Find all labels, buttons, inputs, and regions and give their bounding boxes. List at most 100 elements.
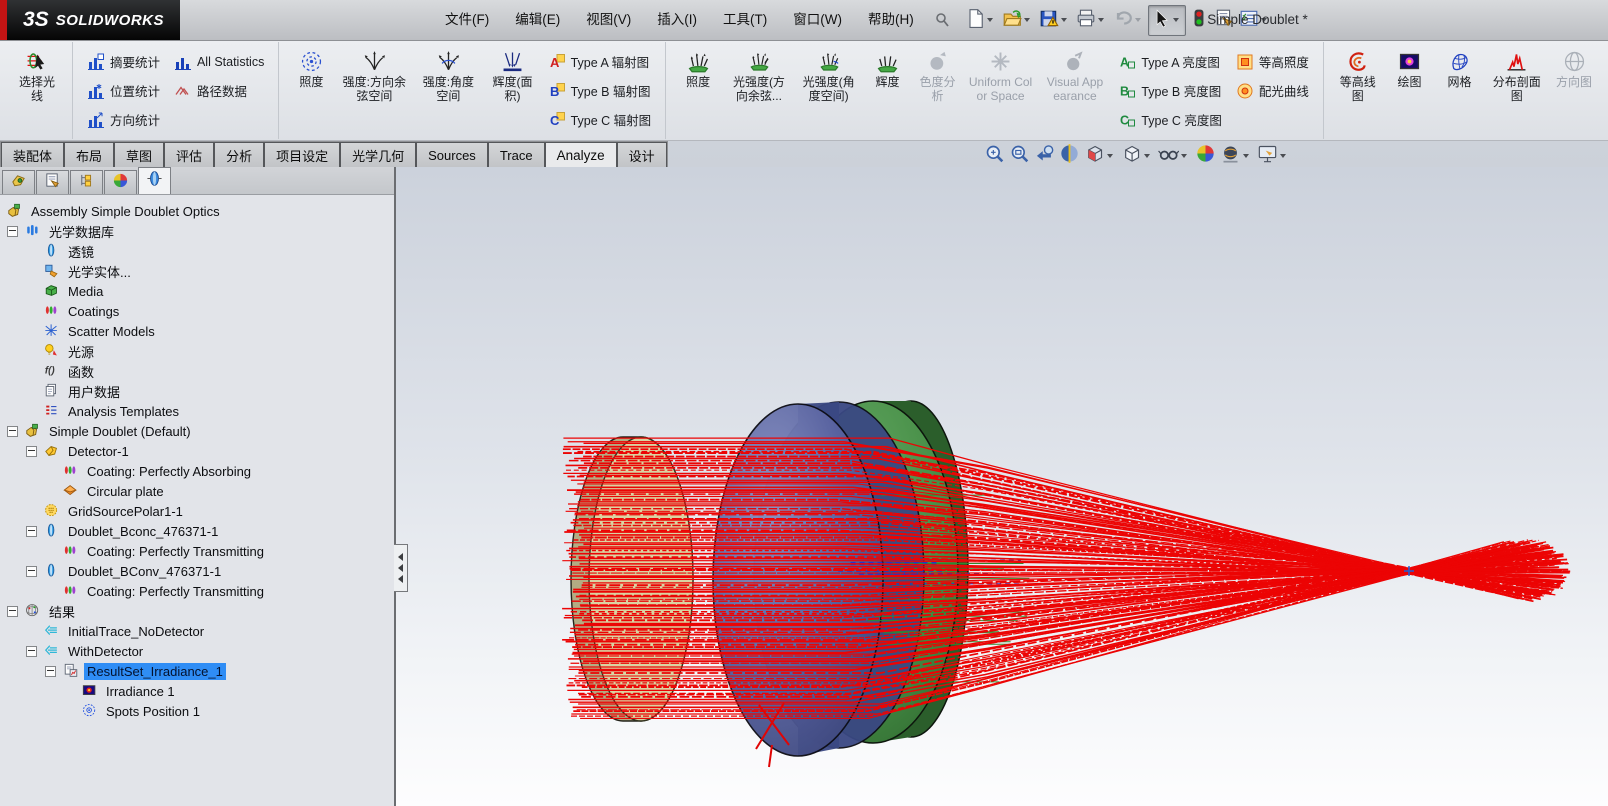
tree-item-assembly-simple-doublet-optics[interactable]: Assembly Simple Doublet Optics — [0, 201, 394, 221]
featuremanager-tree-tab[interactable] — [2, 170, 35, 194]
tree-item-resultset-irradiance-1[interactable]: ResultSet_Irradiance_1 — [0, 661, 394, 681]
edit-appearance-button[interactable] — [1194, 142, 1217, 170]
tab-evaluate[interactable]: 评估 — [164, 142, 214, 167]
expander-minus-icon[interactable] — [7, 426, 18, 437]
propertymanager-tab[interactable] — [36, 170, 69, 194]
view-settings-button[interactable] — [1256, 142, 1291, 170]
tree-item-detector-1[interactable]: Detector-1 — [0, 441, 394, 461]
tree-item-analysis-templates[interactable]: Analysis Templates — [0, 401, 394, 421]
tree-expander[interactable] — [26, 446, 44, 457]
ribbon-button-int-ang[interactable]: 强度:角度空间 — [413, 45, 483, 106]
section-view-button[interactable] — [1058, 142, 1081, 170]
displaymanager-tab[interactable] — [104, 170, 137, 194]
tree-item-coating-perfectly-absorbing[interactable]: Coating: Perfectly Absorbing — [0, 461, 394, 481]
tree-expander[interactable] — [7, 426, 25, 437]
expander-minus-icon[interactable] — [26, 526, 37, 537]
tree-item-光源[interactable]: 光源 — [0, 341, 394, 361]
tab-sketch[interactable]: 草图 — [114, 142, 164, 167]
ribbon-button-irr-target[interactable]: 照度 — [287, 45, 335, 92]
expander-minus-icon[interactable] — [7, 226, 18, 237]
apply-scene-dropdown-arrow[interactable] — [1243, 154, 1249, 158]
ribbon-button-polar-curve[interactable]: 配光曲线 — [1230, 76, 1315, 105]
tree-item-用户数据[interactable]: 用户数据 — [0, 381, 394, 401]
menu-item-view[interactable]: 视图(V) — [573, 0, 644, 40]
ribbon-button-int-ang-grass[interactable]: 光强度(角度空间) — [796, 45, 862, 106]
hide-show-items-button[interactable] — [1157, 142, 1192, 170]
tree-item-透镜[interactable]: 透镜 — [0, 241, 394, 261]
view-orientation-dropdown-arrow[interactable] — [1107, 154, 1113, 158]
tab-analysis[interactable]: 分析 — [214, 142, 264, 167]
tree-expander[interactable] — [7, 226, 25, 237]
apply-scene-button[interactable] — [1219, 142, 1254, 170]
undo-dropdown-arrow[interactable] — [1135, 18, 1141, 22]
new-document-button[interactable] — [963, 6, 999, 35]
tab-project-settings[interactable]: 项目设定 — [264, 142, 340, 167]
tree-item-函数[interactable]: f()函数 — [0, 361, 394, 381]
new-document-dropdown-arrow[interactable] — [987, 18, 993, 22]
ribbon-button-type-b-green[interactable]: BType B 亮度图 — [1112, 76, 1228, 105]
save-button[interactable] — [1037, 6, 1073, 35]
ribbon-button-illum-grass[interactable]: 照度 — [674, 45, 722, 92]
tree-item-coatings[interactable]: Coatings — [0, 301, 394, 321]
tree-expander[interactable] — [26, 526, 44, 537]
ribbon-button-int-cos[interactable]: 强度:方向余弦空间 — [337, 45, 411, 106]
tree-item-光学数据库[interactable]: 光学数据库 — [0, 221, 394, 241]
ribbon-button-path-data[interactable]: 路径数据 — [168, 76, 270, 105]
hide-show-items-dropdown-arrow[interactable] — [1181, 154, 1187, 158]
menu-item-insert[interactable]: 插入(I) — [644, 0, 710, 40]
tree-item-circular-plate[interactable]: Circular plate — [0, 481, 394, 501]
expander-minus-icon[interactable] — [26, 646, 37, 657]
menu-item-tools[interactable]: 工具(T) — [710, 0, 780, 40]
tab-design[interactable]: 设计 — [617, 142, 667, 167]
ribbon-button-contour-map[interactable]: 等高线图 — [1332, 45, 1384, 106]
tab-analyze[interactable]: Analyze — [545, 142, 617, 167]
menu-item-file[interactable]: 文件(F) — [432, 0, 502, 40]
tree-item-irradiance-1[interactable]: Irradiance 1 — [0, 681, 394, 701]
tree-item-doublet-bconv-476371-1[interactable]: Doublet_BConv_476371-1 — [0, 561, 394, 581]
tree-item-光学实体[interactable]: 光学实体... — [0, 261, 394, 281]
expander-minus-icon[interactable] — [45, 666, 56, 677]
tab-assembly[interactable]: 装配体 — [1, 142, 64, 167]
undo-button[interactable] — [1111, 6, 1147, 35]
ribbon-button-stats-all[interactable]: All Statistics — [168, 47, 270, 76]
ribbon-button-mesh-map[interactable]: 网格 — [1436, 45, 1484, 92]
tree-item-结果[interactable]: 结果 — [0, 601, 394, 621]
tree-item-coating-perfectly-transmitting[interactable]: Coating: Perfectly Transmitting — [0, 541, 394, 561]
tree-expander[interactable] — [26, 646, 44, 657]
menu-item-edit[interactable]: 编辑(E) — [502, 0, 573, 40]
ribbon-button-int-cos-grass[interactable]: 光强度(方向余弦... — [724, 45, 794, 106]
ribbon-button-stats-direction[interactable]: 方向统计 — [81, 105, 166, 134]
ribbon-button-lum-grass[interactable]: 辉度 — [864, 45, 912, 92]
ribbon-button-lum-area[interactable]: 辉度(面积) — [485, 45, 539, 106]
tab-optical-geometry[interactable]: 光学几何 — [340, 142, 416, 167]
ribbon-button-type-b-blue[interactable]: BType B 辐射图 — [542, 76, 658, 105]
ribbon-button-contour-illum[interactable]: 等高照度 — [1230, 47, 1315, 76]
expander-minus-icon[interactable] — [26, 566, 37, 577]
tree-item-initialtrace-nodetector[interactable]: InitialTrace_NoDetector — [0, 621, 394, 641]
expander-minus-icon[interactable] — [26, 446, 37, 457]
tree-item-media[interactable]: Media — [0, 281, 394, 301]
tree-item-spots-position-1[interactable]: Spots Position 1 — [0, 701, 394, 721]
previous-view-button[interactable] — [1033, 142, 1056, 170]
ribbon-button-dist-profile[interactable]: 分布剖面图 — [1486, 45, 1549, 106]
zoom-to-fit-button[interactable] — [983, 142, 1006, 170]
panel-collapse-handle[interactable] — [394, 544, 408, 592]
print-dropdown-arrow[interactable] — [1098, 18, 1104, 22]
pin-menu-icon[interactable] — [933, 11, 951, 29]
configurationmanager-tab[interactable] — [70, 170, 103, 194]
tree-item-scatter-models[interactable]: Scatter Models — [0, 321, 394, 341]
ribbon-button-type-c-blue[interactable]: CType C 辐射图 — [542, 105, 658, 134]
print-button[interactable] — [1074, 6, 1110, 35]
save-dropdown-arrow[interactable] — [1061, 18, 1067, 22]
ribbon-button-type-a-red[interactable]: AType A 辐射图 — [542, 47, 658, 76]
optical-manager-tab[interactable] — [138, 167, 171, 194]
view-settings-dropdown-arrow[interactable] — [1280, 154, 1286, 158]
tab-trace[interactable]: Trace — [488, 142, 545, 167]
tree-expander[interactable] — [45, 666, 63, 677]
menu-item-window[interactable]: 窗口(W) — [780, 0, 855, 40]
zoom-to-area-button[interactable] — [1008, 142, 1031, 170]
viewport-3d-scene[interactable] — [396, 167, 1608, 806]
menu-item-help[interactable]: 帮助(H) — [855, 0, 927, 40]
display-style-dropdown-arrow[interactable] — [1144, 154, 1150, 158]
ribbon-button-type-a-green[interactable]: AType A 亮度图 — [1112, 47, 1228, 76]
